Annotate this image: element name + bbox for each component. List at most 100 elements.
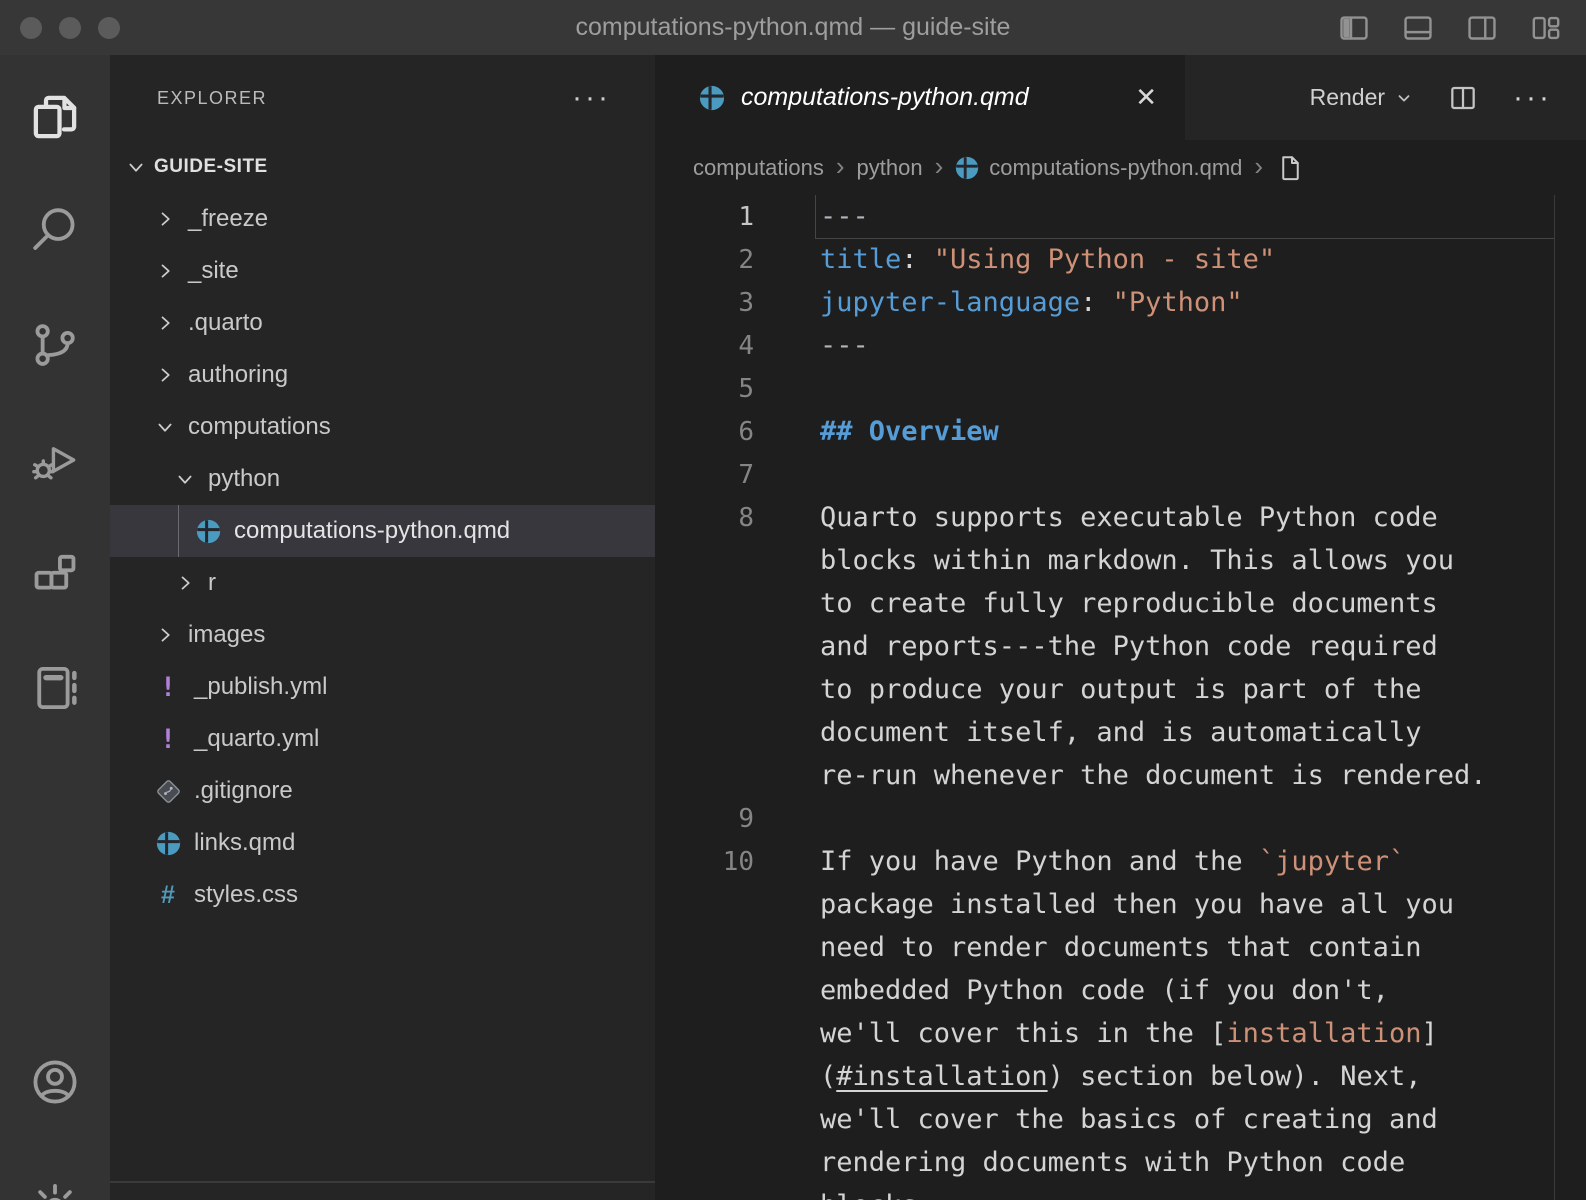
code-line[interactable]: blocks. (655, 1184, 1586, 1200)
tree-item--quarto-yml[interactable]: ! _quarto.yml (110, 713, 655, 765)
code-line[interactable]: blocks within markdown. This allows you (655, 539, 1586, 582)
code-line[interactable]: need to render documents that contain (655, 926, 1586, 969)
tree-item-label: _quarto.yml (194, 725, 319, 753)
activity-account-icon[interactable] (25, 1052, 85, 1112)
code-line[interactable]: and reports---the Python code required (655, 625, 1586, 668)
code-line[interactable]: package installed then you have all you (655, 883, 1586, 926)
line-content: to produce your output is part of the (816, 668, 1554, 711)
activity-notebook-icon[interactable] (25, 658, 85, 718)
git-file-icon (155, 778, 181, 804)
tree-item-label: computations (188, 413, 331, 441)
tree-item-styles-css[interactable]: #styles.css (110, 869, 655, 921)
code-line[interactable]: 3jupyter-language: "Python" (655, 281, 1586, 324)
code-line[interactable]: 2title: "Using Python - site" (655, 238, 1586, 281)
explorer-more-actions-icon[interactable]: ··· (572, 93, 611, 103)
code-editor[interactable]: 1---2title: "Using Python - site"3jupyte… (655, 195, 1586, 1200)
tab-bar: computations-python.qmd ✕ Render ··· (655, 55, 1586, 140)
code-line[interactable]: (#installation) section below). Next, (655, 1055, 1586, 1098)
code-line[interactable]: 10If you have Python and the `jupyter` (655, 840, 1586, 883)
line-number: 10 (655, 847, 754, 877)
code-line[interactable]: embedded Python code (if you don't, (655, 969, 1586, 1012)
editor-group: computations-python.qmd ✕ Render ··· com… (655, 55, 1586, 1200)
code-line[interactable]: 8Quarto supports executable Python code (655, 496, 1586, 539)
tree-item-python[interactable]: python (110, 453, 655, 505)
minimize-window-button[interactable] (59, 17, 81, 39)
outline-section-header[interactable]: OUTLINE (110, 1189, 655, 1200)
code-line[interactable]: 5 (655, 367, 1586, 410)
code-line[interactable]: re-run whenever the document is rendered… (655, 754, 1586, 797)
code-line[interactable]: to create fully reproducible documents (655, 582, 1586, 625)
chevron-right-icon (175, 573, 195, 593)
line-content: package installed then you have all you (816, 883, 1554, 926)
code-line[interactable]: 4 --- (655, 324, 1586, 367)
code-line[interactable]: 7 (655, 453, 1586, 496)
tree-item-label: links.qmd (194, 829, 295, 857)
breadcrumb: computations›python›computations-python.… (655, 140, 1586, 195)
tree-item--gitignore[interactable]: .gitignore (110, 765, 655, 817)
tree-item--quarto[interactable]: .quarto (110, 297, 655, 349)
code-line[interactable]: we'll cover this in the [installation] (655, 1012, 1586, 1055)
chevron-down-icon (1395, 89, 1413, 107)
window-controls (20, 17, 120, 39)
tree-item-images[interactable]: images (110, 609, 655, 661)
code-line[interactable]: to produce your output is part of the (655, 668, 1586, 711)
line-content: we'll cover the basics of creating and (816, 1098, 1554, 1141)
close-tab-icon[interactable]: ✕ (1135, 82, 1157, 113)
tree-item--publish-yml[interactable]: !_publish.yml (110, 661, 655, 713)
tree-item-computations[interactable]: computations (110, 401, 655, 453)
activity-bar (0, 55, 110, 1200)
line-content: Quarto supports executable Python code (816, 496, 1554, 539)
activity-source-control-icon[interactable] (25, 315, 85, 375)
tree-item-authoring[interactable]: authoring (110, 349, 655, 401)
indent-guide (178, 505, 179, 557)
code-line[interactable]: document itself, and is automatically (655, 711, 1586, 754)
tab-computations-python[interactable]: computations-python.qmd ✕ (655, 55, 1185, 140)
tree-item--freeze[interactable]: _freeze (110, 193, 655, 245)
code-line[interactable]: 9 (655, 797, 1586, 840)
yaml-file-icon: ! (155, 726, 181, 752)
chevron-right-icon (155, 209, 175, 229)
tree-item-label: .quarto (188, 309, 263, 337)
toggle-sidebar-icon[interactable] (1336, 10, 1372, 46)
tree-item--site[interactable]: _site (110, 245, 655, 297)
quarto-file-icon (955, 156, 979, 180)
line-number: 2 (655, 245, 754, 275)
close-window-button[interactable] (20, 17, 42, 39)
activity-search-icon[interactable] (25, 200, 85, 260)
line-content: --- (816, 324, 1554, 367)
toggle-secondary-sidebar-icon[interactable] (1464, 10, 1500, 46)
tree-item-label: styles.css (194, 881, 298, 909)
tree-item-computations-python-qmd[interactable]: computations-python.qmd (110, 505, 655, 557)
activity-run-debug-icon[interactable] (25, 430, 85, 490)
tree-item-links-qmd[interactable]: links.qmd (110, 817, 655, 869)
code-line[interactable]: 6## Overview (655, 410, 1586, 453)
line-content: blocks. (816, 1184, 1554, 1200)
breadcrumb-item[interactable]: computations (693, 155, 824, 181)
split-editor-icon[interactable] (1447, 82, 1479, 114)
editor-more-actions-icon[interactable]: ··· (1513, 93, 1552, 103)
render-button[interactable]: Render (1310, 84, 1413, 111)
breadcrumb-item[interactable]: python (857, 155, 923, 181)
activity-gear-icon[interactable] (25, 1177, 85, 1200)
quarto-file-icon (155, 830, 181, 856)
tree-item-r[interactable]: r (110, 557, 655, 609)
breadcrumb-item[interactable]: computations-python.qmd (955, 155, 1242, 181)
code-line[interactable]: rendering documents with Python code (655, 1141, 1586, 1184)
activity-extensions-icon[interactable] (25, 545, 85, 605)
line-number: 4 (655, 331, 754, 361)
line-number: 3 (655, 288, 754, 318)
workspace-section-header[interactable]: GUIDE-SITE (110, 141, 655, 193)
line-content (816, 367, 1554, 410)
toggle-panel-icon[interactable] (1400, 10, 1436, 46)
maximize-window-button[interactable] (98, 17, 120, 39)
chevron-down-icon (155, 417, 175, 437)
code-line[interactable]: we'll cover the basics of creating and (655, 1098, 1586, 1141)
activity-files-icon[interactable] (25, 87, 85, 147)
chevron-down-icon (126, 157, 146, 177)
quarto-file-icon (699, 85, 725, 111)
code-line[interactable]: 1--- (655, 195, 1586, 238)
line-number: 6 (655, 417, 754, 447)
customize-layout-icon[interactable] (1528, 10, 1564, 46)
tree-item-label: computations-python.qmd (234, 517, 510, 545)
line-content: rendering documents with Python code (816, 1141, 1554, 1184)
